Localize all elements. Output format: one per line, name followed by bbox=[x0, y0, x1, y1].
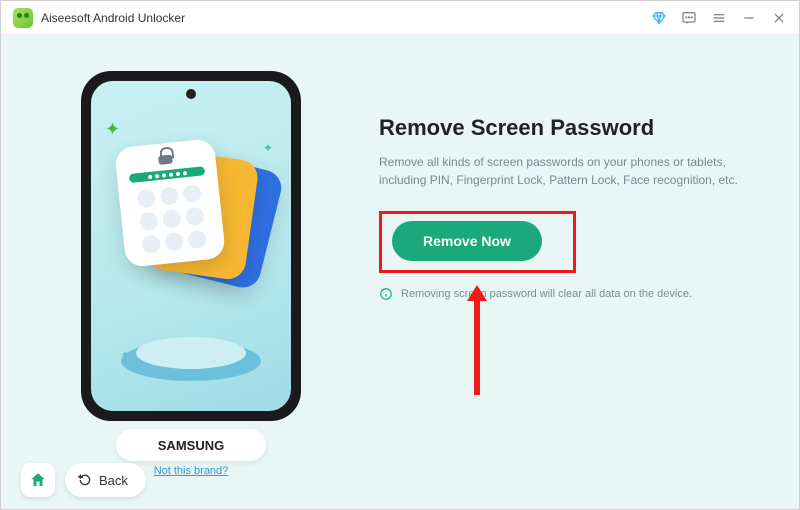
app-logo-icon bbox=[13, 8, 33, 28]
back-button[interactable]: Back bbox=[65, 463, 146, 497]
warning-text: Removing screen password will clear all … bbox=[401, 288, 692, 300]
brand-badge[interactable]: SAMSUNG bbox=[116, 429, 266, 461]
page-description: Remove all kinds of screen passwords on … bbox=[379, 153, 759, 189]
annotation-arrow-icon bbox=[457, 285, 497, 405]
app-window: Aiseesoft Android Unlocker bbox=[0, 0, 800, 510]
main-panel: Remove Screen Password Remove all kinds … bbox=[379, 115, 769, 301]
cta-highlight-box: Remove Now bbox=[379, 211, 576, 273]
lock-icon bbox=[158, 155, 173, 165]
home-icon bbox=[29, 471, 47, 489]
warning-note: Removing screen password will clear all … bbox=[379, 287, 769, 301]
home-button[interactable] bbox=[21, 463, 55, 497]
content-area: ✦ ✦ ✦ bbox=[1, 35, 799, 509]
info-icon bbox=[379, 287, 393, 301]
close-icon[interactable] bbox=[771, 10, 787, 26]
minimize-icon[interactable] bbox=[741, 10, 757, 26]
phone-illustration: ✦ ✦ ✦ bbox=[81, 71, 301, 421]
back-button-label: Back bbox=[99, 473, 128, 488]
menu-icon[interactable] bbox=[711, 10, 727, 26]
feedback-icon[interactable] bbox=[681, 10, 697, 26]
titlebar: Aiseesoft Android Unlocker bbox=[1, 1, 799, 35]
app-title: Aiseesoft Android Unlocker bbox=[41, 11, 185, 25]
page-title: Remove Screen Password bbox=[379, 115, 769, 141]
diamond-icon[interactable] bbox=[651, 10, 667, 26]
back-arrow-icon bbox=[77, 472, 93, 488]
titlebar-controls bbox=[651, 10, 787, 26]
remove-now-button[interactable]: Remove Now bbox=[392, 221, 542, 261]
